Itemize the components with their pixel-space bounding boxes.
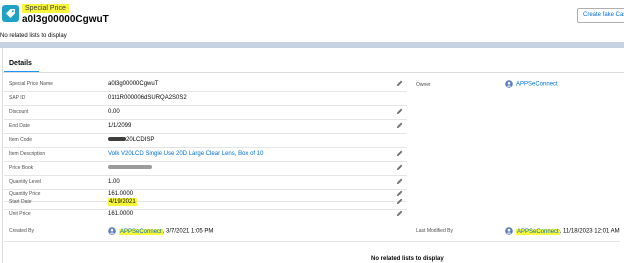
field-label: SAP ID bbox=[9, 95, 26, 101]
field-value: 01t1R000006dSURQA2S0S2 bbox=[108, 95, 187, 101]
last-modified-by-label: Last Modified By bbox=[416, 228, 453, 234]
create-fake-case-button[interactable]: Create fake Cas bbox=[577, 8, 624, 23]
last-modified-by-value: APPSeConnect, 11/18/2023 12:01 AM bbox=[505, 227, 620, 236]
field-label: Item Description bbox=[9, 151, 46, 157]
created-by-label: Created By bbox=[9, 228, 35, 234]
pencil-icon[interactable] bbox=[396, 210, 403, 217]
field-row-item-description: Item Description Volk V20LCD Single Use … bbox=[0, 148, 410, 162]
pencil-icon[interactable] bbox=[396, 198, 403, 205]
owner-label: Owner bbox=[416, 82, 431, 88]
created-by-row: Created By APPSeConnect, 3/7/2021 1:05 P… bbox=[0, 225, 410, 239]
tab-divider bbox=[3, 72, 624, 73]
record-title: a0l3g00000CgwuT bbox=[22, 14, 109, 25]
field-row-special-price-name: Special Price Name a0l3g00000CgwuT bbox=[0, 78, 410, 92]
last-modified-by-link[interactable]: APPSeConnect bbox=[516, 228, 560, 235]
created-by-date: , 3/7/2021 1:05 PM bbox=[162, 228, 214, 235]
redacted-mark bbox=[108, 137, 126, 142]
field-row-sap-id: SAP ID 01t1R000006dSURQA2S0S2 bbox=[0, 92, 410, 106]
field-row-unit-price: Unit Price 161.0000 bbox=[0, 208, 410, 222]
pencil-icon[interactable] bbox=[396, 178, 403, 185]
field-label: End Date bbox=[9, 123, 30, 129]
field-value: 20LCDISP bbox=[108, 136, 154, 144]
redacted-mark bbox=[108, 165, 152, 170]
field-label: Special Price Name bbox=[9, 81, 53, 87]
field-value[interactable] bbox=[108, 164, 152, 172]
field-label: Quantity Level bbox=[9, 179, 41, 185]
owner-link[interactable]: APPSeConnect bbox=[516, 82, 558, 88]
field-value: a0l3g00000CgwuT bbox=[108, 81, 159, 87]
owner-value[interactable]: APPSeConnect bbox=[505, 80, 558, 89]
field-row-discount: Discount 0.00 bbox=[0, 106, 410, 120]
field-row-price-book: Price Book bbox=[0, 162, 410, 176]
last-modified-by-row: Last Modified By APPSeConnect, 11/18/202… bbox=[407, 225, 624, 239]
field-value: 0.00 bbox=[108, 109, 120, 115]
field-value: 4/19/2021 bbox=[108, 198, 137, 206]
user-avatar-icon bbox=[505, 80, 513, 88]
field-label: Unit Price bbox=[9, 211, 31, 217]
field-label: Price Book bbox=[9, 165, 34, 171]
field-label: Item Code bbox=[9, 137, 33, 143]
pencil-icon[interactable] bbox=[396, 108, 403, 115]
field-row-item-code: Item Code 20LCDISP bbox=[0, 134, 410, 148]
object-type-label: Special Price bbox=[22, 4, 69, 13]
field-row-end-date: End Date 1/1/2099 bbox=[0, 120, 410, 134]
field-value: 161.0000 bbox=[108, 211, 134, 217]
no-related-lists-message: No related lists to display bbox=[0, 33, 67, 39]
field-label: Discount bbox=[9, 109, 29, 115]
pencil-icon[interactable] bbox=[396, 80, 403, 87]
user-avatar-icon bbox=[108, 227, 116, 235]
system-divider bbox=[4, 241, 620, 242]
user-avatar-icon bbox=[505, 227, 513, 235]
item-code-text: 20LCDISP bbox=[126, 137, 155, 143]
record-header: Special Price a0l3g00000CgwuT Create fak… bbox=[0, 0, 624, 30]
tab-details[interactable]: Details bbox=[9, 59, 32, 68]
field-value: 1/1/2099 bbox=[108, 123, 132, 129]
field-label: Start Date bbox=[9, 199, 32, 205]
pencil-icon[interactable] bbox=[396, 122, 403, 129]
pencil-icon[interactable] bbox=[396, 164, 403, 171]
pencil-icon[interactable] bbox=[396, 150, 403, 157]
field-value: 1.00 bbox=[108, 179, 120, 185]
field-value[interactable]: Volk V20LCD Single Use 20D Large Clear L… bbox=[108, 150, 263, 158]
no-related-lists-message-bottom: No related lists to display bbox=[371, 256, 444, 262]
created-by-value: APPSeConnect, 3/7/2021 1:05 PM bbox=[108, 227, 213, 236]
special-price-icon bbox=[2, 5, 19, 22]
last-modified-by-date: , 11/18/2023 12:01 AM bbox=[559, 228, 620, 235]
created-by-link[interactable]: APPSeConnect bbox=[119, 228, 163, 235]
